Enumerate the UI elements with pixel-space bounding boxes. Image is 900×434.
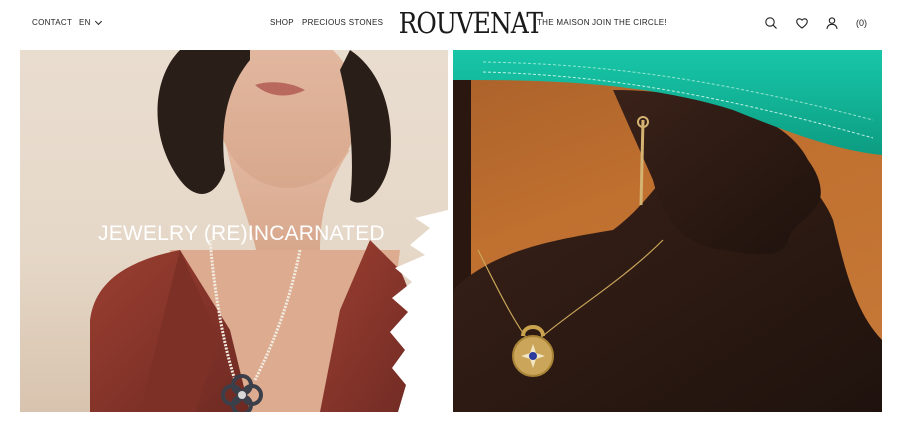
heart-icon[interactable] (794, 15, 810, 31)
nav-shop-link[interactable]: SHOP (270, 18, 294, 27)
nav-precious-stones-link[interactable]: PRECIOUS STONES (302, 18, 383, 27)
hero-image-right[interactable] (453, 50, 882, 412)
language-selector[interactable]: EN (79, 17, 102, 27)
search-icon[interactable] (763, 15, 779, 31)
brand-logo[interactable]: ROUVENAT (399, 6, 543, 40)
nav-the-maison-link[interactable]: THE MAISON (537, 18, 590, 27)
nav-join-the-circle-link[interactable]: JOIN THE CIRCLE! (592, 18, 667, 27)
nav-contact-link[interactable]: CONTACT (32, 18, 72, 27)
hero-headline: JEWELRY (RE)INCARNATED (98, 222, 385, 245)
hero-right-artwork (453, 50, 882, 412)
site-header: CONTACT EN SHOP PRECIOUS STONES ROUVENAT… (0, 0, 900, 48)
language-label: EN (79, 18, 91, 27)
user-icon[interactable] (824, 15, 840, 31)
cart-button[interactable]: (0) (856, 18, 867, 28)
chevron-down-icon (94, 17, 102, 25)
